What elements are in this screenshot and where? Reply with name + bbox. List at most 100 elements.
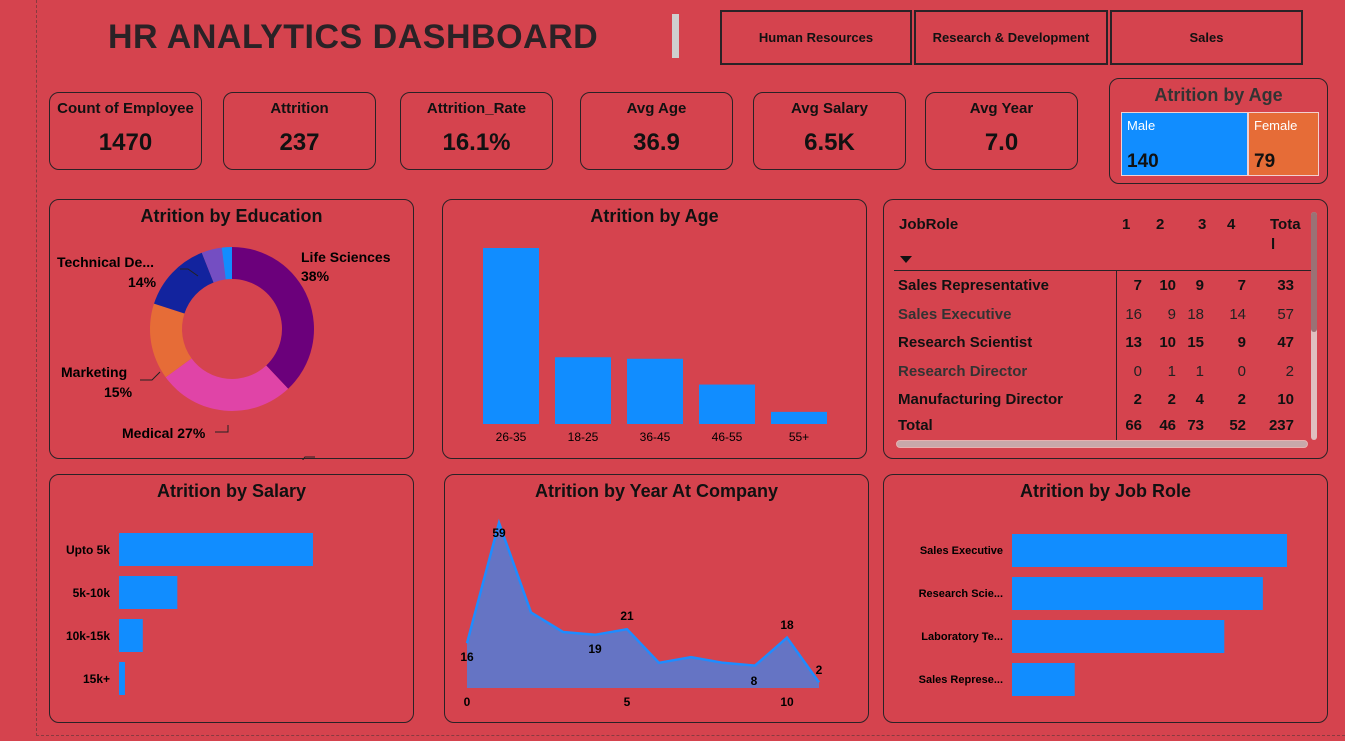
year-area-panel: Atrition by Year At Company 16 59 19 21 8 18 2… — [444, 474, 869, 723]
matrix-cell: 2 — [1167, 391, 1176, 409]
label-marketing: Marketing — [61, 364, 127, 380]
age-bar-chart[interactable]: 26-35 18-25 36-45 46-55 55+ — [443, 200, 868, 460]
dept-button-research-development[interactable]: Research & Development — [914, 10, 1108, 65]
treemap-tile-female[interactable]: Female 79 — [1248, 112, 1319, 176]
matrix-role-name: Total — [898, 417, 933, 434]
kpi-card-avg-age: Avg Age 36.9 — [580, 92, 733, 170]
panel-title: Atrition by Age — [1154, 85, 1283, 105]
kpi-value: 6.5K — [804, 129, 855, 156]
matrix-header-jobrole[interactable]: JobRole — [899, 216, 958, 233]
horizontal-scrollbar[interactable] — [896, 440, 1308, 448]
matrix-cell: 7 — [1237, 277, 1246, 294]
year-point-label: 2 — [816, 663, 823, 677]
kpi-label: Attrition — [270, 100, 329, 117]
donut-slice[interactable] — [154, 252, 214, 314]
matrix-cell: 57 — [1277, 305, 1294, 323]
salary-category-label: 10k-15k — [66, 629, 110, 643]
matrix-cell: 18 — [1187, 305, 1204, 323]
age-tick-label: 46-55 — [712, 430, 743, 444]
matrix-cell: 47 — [1277, 334, 1294, 352]
kpi-label: Avg Year — [969, 100, 1034, 117]
kpi-value: 7.0 — [984, 129, 1019, 156]
matrix-header-col[interactable]: 3 — [1198, 216, 1206, 233]
age-bar[interactable] — [555, 357, 611, 424]
salary-bar[interactable] — [119, 576, 178, 609]
age-bar-panel: Atrition by Age 26-35 18-25 36-45 46-55 55+ — [442, 199, 867, 459]
matrix-row[interactable]: Manufacturing Director 2 2 4 2 10 — [884, 391, 1294, 419]
matrix-role-name: Research Director — [898, 362, 1028, 380]
matrix-role-name: Sales Representative — [898, 277, 1049, 294]
year-point-label: 8 — [751, 674, 758, 688]
matrix-header-col[interactable]: 4 — [1227, 216, 1235, 233]
jobrole-matrix-panel: JobRole 1 2 3 4 Tota l Sales Representat… — [883, 199, 1328, 459]
dept-button-human-resources[interactable]: Human Resources — [720, 10, 912, 65]
matrix-cell: 10 — [1159, 334, 1176, 352]
jobrole-bar[interactable] — [1012, 534, 1287, 567]
education-donut-panel: Atrition by Education Life Sciences 38% … — [49, 199, 415, 460]
label-medical: Medical 27% — [122, 425, 206, 441]
jobrole-bar-panel: Atrition by Job Role Sales Executive Rese… — [883, 474, 1328, 723]
salary-category-label: Upto 5k — [66, 543, 110, 557]
kpi-value: 16.1% — [442, 129, 511, 156]
leader-line — [215, 425, 229, 433]
kpi-label: Attrition_Rate — [426, 100, 527, 117]
jobrole-matrix-table: JobRole 1 2 3 4 Tota l Sales Representat… — [884, 200, 1327, 458]
age-bar[interactable] — [483, 248, 539, 424]
year-point-label: 16 — [460, 650, 474, 664]
kpi-card-avg-year: Avg Year 7.0 — [925, 92, 1078, 170]
age-tick-label: 26-35 — [496, 430, 527, 444]
kpi-value: 36.9 — [633, 129, 680, 156]
age-bar[interactable] — [627, 358, 683, 424]
salary-bar[interactable] — [119, 662, 125, 695]
year-tick-label: 10 — [780, 695, 794, 709]
matrix-cell: 1 — [1195, 362, 1204, 380]
year-tick-label: 0 — [464, 695, 471, 709]
jobrole-bar[interactable] — [1012, 577, 1263, 610]
age-tick-label: 18-25 — [568, 430, 599, 444]
matrix-cell: 46 — [1159, 417, 1176, 434]
matrix-header-col[interactable]: 1 — [1122, 216, 1130, 233]
matrix-cell: 10 — [1159, 277, 1176, 294]
age-bar[interactable] — [699, 384, 755, 424]
matrix-header-total[interactable]: Tota — [1270, 216, 1301, 233]
jobrole-bar[interactable] — [1012, 620, 1225, 653]
matrix-cell: 33 — [1277, 277, 1294, 294]
label-life-sciences-pct: 38% — [301, 268, 330, 284]
year-tick-label: 5 — [624, 695, 631, 709]
gender-treemap-panel: Atrition by Age Male 140 Female 79 — [1109, 78, 1328, 184]
matrix-cell: 9 — [1167, 305, 1176, 323]
matrix-row[interactable]: Research Scientist 13 10 15 9 47 — [884, 334, 1294, 362]
matrix-cell: 4 — [1195, 391, 1204, 409]
matrix-cell: 2 — [1285, 362, 1294, 380]
matrix-cell: 1 — [1167, 362, 1176, 380]
label-technical: Technical De... — [57, 254, 154, 270]
matrix-row[interactable]: Sales Representative 7 10 9 7 33 — [884, 277, 1294, 305]
kpi-card-count-employee: Count of Employee 1470 — [49, 92, 202, 170]
matrix-row[interactable]: Research Director 0 1 1 0 2 — [884, 363, 1294, 391]
matrix-row[interactable]: Sales Executive 16 9 18 14 57 — [884, 306, 1294, 334]
education-donut-chart[interactable]: Life Sciences 38% Technical De... 14% Ma… — [50, 200, 415, 460]
year-area-chart[interactable]: 16 59 19 21 8 18 2 0 5 10 — [445, 475, 870, 724]
jobrole-category-label: Sales Represe... — [919, 674, 1003, 686]
kpi-value: 1470 — [98, 129, 153, 156]
dept-button-sales[interactable]: Sales — [1110, 10, 1303, 65]
label-marketing-pct: 15% — [104, 384, 133, 400]
salary-bar[interactable] — [119, 619, 143, 652]
page-title: HR ANALYTICS DASHBOARD — [108, 18, 599, 56]
matrix-cell: 0 — [1133, 362, 1142, 380]
jobrole-bar-chart[interactable]: Sales Executive Research Scie... Laborator… — [884, 475, 1329, 724]
matrix-cell: 9 — [1237, 334, 1246, 352]
matrix-header-col[interactable]: 2 — [1156, 216, 1164, 233]
salary-bar[interactable] — [119, 533, 313, 566]
matrix-cell: 9 — [1195, 277, 1204, 294]
vertical-scrollbar[interactable] — [1311, 212, 1317, 440]
salary-bar-chart[interactable]: Upto 5k 5k-10k 10k-15k 15k+ — [50, 475, 415, 724]
year-point-label: 19 — [588, 642, 602, 656]
vertical-scroll-thumb[interactable] — [1311, 212, 1317, 332]
treemap-tile-male[interactable]: Male 140 — [1121, 112, 1248, 176]
salary-category-label: 5k-10k — [73, 586, 111, 600]
jobrole-bar[interactable] — [1012, 663, 1075, 696]
label-technical-pct: 14% — [128, 274, 157, 290]
age-bar[interactable] — [771, 411, 827, 424]
sort-desc-icon[interactable] — [900, 256, 912, 263]
